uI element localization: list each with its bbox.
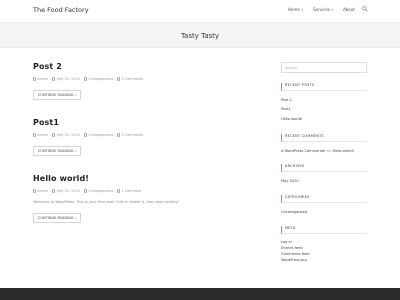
folder-icon — [84, 133, 88, 137]
recent-post-link[interactable]: Post1 — [281, 107, 367, 111]
nav-about[interactable]: About — [343, 7, 355, 12]
archive-link[interactable]: May 2020 — [281, 179, 367, 183]
folder-icon — [84, 189, 88, 193]
post-excerpt: Welcome to WordPress. This is your first… — [33, 200, 179, 204]
recent-comment: A WordPress Commenter on Hello world! — [281, 149, 367, 153]
site-title[interactable]: The Food Factory — [33, 6, 89, 14]
post-meta: admin - May 31, 2020 - Uncategorized - 0… — [33, 133, 268, 137]
meta-link[interactable]: Comments feed — [281, 252, 367, 256]
post-entry: Post 2 admin - May 31, 2020 - Uncategori… — [33, 62, 268, 101]
clock-icon — [52, 77, 56, 81]
post-title[interactable]: Post1 — [33, 118, 268, 127]
comment-author-link[interactable]: A WordPress Commenter — [281, 149, 326, 153]
button-label: CONTINUE READING — [38, 149, 74, 153]
nav-services-label: Services — [313, 7, 330, 12]
arrow-right-icon: › — [74, 149, 77, 153]
post-comments[interactable]: 1 Comment — [122, 189, 142, 193]
post-date[interactable]: May 31, 2020 — [57, 189, 80, 193]
comment-icon — [117, 189, 121, 193]
continue-reading-button[interactable]: CONTINUE READING › — [33, 145, 82, 157]
category-link[interactable]: Uncategorized — [281, 210, 367, 214]
post-author[interactable]: admin — [37, 189, 48, 193]
post-author[interactable]: admin — [37, 77, 48, 81]
widget-title: CATEGORIES — [281, 195, 367, 203]
continue-reading-button[interactable]: CONTINUE READING › — [33, 89, 82, 101]
post-title[interactable]: Post 2 — [33, 62, 268, 71]
search-icon[interactable] — [362, 6, 368, 12]
widget-categories: CATEGORIES Uncategorized — [281, 195, 367, 214]
button-label: CONTINUE READING — [38, 93, 74, 97]
nav-home-label: Home — [288, 7, 300, 12]
post-meta: admin - May 31, 2020 - Uncategorized - 1… — [33, 189, 268, 193]
folder-icon — [84, 77, 88, 81]
site-header: The Food Factory Home ▾ Services ▾ About — [0, 0, 400, 22]
comment-on-label: on — [326, 148, 332, 153]
comment-icon — [117, 133, 121, 137]
post-date[interactable]: May 31, 2020 — [57, 133, 80, 137]
chevron-down-icon: ▾ — [301, 7, 303, 12]
comment-icon — [117, 77, 121, 81]
widget-recent-comments: RECENT COMMENTS A WordPress Commenter on… — [281, 134, 367, 153]
widget-title: RECENT POSTS — [281, 83, 367, 91]
post-entry: Hello world! admin - May 31, 2020 - Unca… — [33, 174, 268, 224]
post-category[interactable]: Uncategorized — [88, 77, 113, 81]
widget-title: ARCHIVES — [281, 164, 367, 172]
site-footer — [0, 288, 400, 300]
post-entry: Post1 admin - May 31, 2020 - Uncategoriz… — [33, 118, 268, 157]
widget-archives: ARCHIVES May 2020 — [281, 164, 367, 183]
chevron-down-icon: ▾ — [331, 7, 333, 12]
recent-post-link[interactable]: Post 2 — [281, 98, 367, 102]
meta-link[interactable]: Entries feed — [281, 246, 367, 250]
post-date[interactable]: May 31, 2020 — [57, 77, 80, 81]
post-meta: admin - May 31, 2020 - Uncategorized - 0… — [33, 77, 268, 81]
user-icon — [33, 133, 37, 137]
continue-reading-button[interactable]: CONTINUE READING › — [33, 212, 82, 224]
search-input[interactable]: Search — [281, 62, 367, 73]
button-label: CONTINUE READING — [38, 216, 74, 220]
page-hero: Tasty Tasty — [0, 22, 400, 48]
widget-title: META — [281, 226, 367, 234]
recent-post-link[interactable]: Hello world! — [281, 117, 367, 121]
post-title[interactable]: Hello world! — [33, 174, 268, 183]
page-title: Tasty Tasty — [180, 32, 220, 40]
clock-icon — [52, 133, 56, 137]
user-icon — [33, 189, 37, 193]
post-author[interactable]: admin — [37, 133, 48, 137]
widget-meta: META Log in Entries feed Comments feed W… — [281, 226, 367, 262]
widget-recent-posts: RECENT POSTS Post 2 Post1 Hello world! — [281, 83, 367, 121]
meta-link[interactable]: Log in — [281, 240, 367, 244]
nav-about-label: About — [343, 7, 355, 12]
nav-services[interactable]: Services ▾ — [313, 7, 333, 12]
widget-title: RECENT COMMENTS — [281, 134, 367, 142]
comment-post-link[interactable]: Hello world! — [333, 149, 355, 153]
post-category[interactable]: Uncategorized — [88, 133, 113, 137]
meta-link[interactable]: WordPress.org — [281, 258, 367, 262]
sidebar: Search RECENT POSTS Post 2 Post1 Hello w… — [281, 62, 367, 262]
clock-icon — [52, 189, 56, 193]
post-category[interactable]: Uncategorized — [88, 189, 113, 193]
post-comments[interactable]: 0 Comments — [122, 133, 144, 137]
user-icon — [33, 77, 37, 81]
arrow-right-icon: › — [74, 216, 77, 220]
nav-home[interactable]: Home ▾ — [288, 7, 303, 12]
arrow-right-icon: › — [74, 93, 77, 97]
post-comments[interactable]: 0 Comments — [122, 77, 144, 81]
